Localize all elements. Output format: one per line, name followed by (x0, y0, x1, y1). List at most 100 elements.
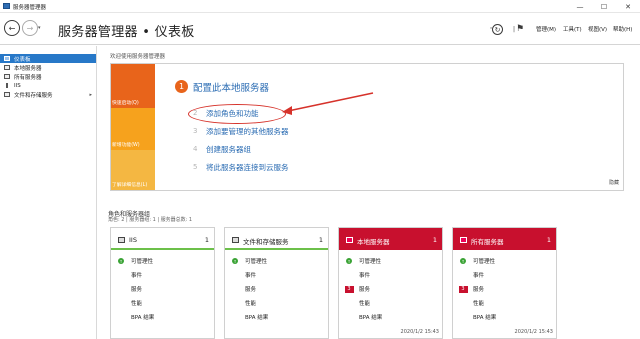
row-label: 性能 (473, 301, 485, 307)
role-card-header[interactable]: 文件和存储服务 1 (225, 228, 328, 250)
breadcrumb-page: 仪表板 (154, 25, 195, 40)
tab-whats-new[interactable]: 新增功能(W) (111, 108, 155, 150)
page-title: 服务器管理器 • 仪表板 (58, 21, 195, 40)
dashboard-main: 欢迎使用服务器管理器 快速启动(Q) 新增功能(W) 了解详细信息(L) 1 配… (98, 46, 640, 339)
file-storage-icon (3, 92, 10, 98)
welcome-title: 欢迎使用服务器管理器 (110, 54, 166, 60)
role-card-all-servers[interactable]: 所有服务器 1 ↑ 可管理性 事件 3 服务 性能 BPA 结果 2020/1/2 15:43 (452, 227, 557, 339)
role-card-row[interactable]: ↑ 可管理性 (111, 256, 214, 266)
connect-cloud-service-link[interactable]: 将此服务器连接到云服务 (206, 162, 289, 173)
role-card-title: 所有服务器 (471, 238, 504, 246)
row-label: 服务 (131, 287, 143, 293)
add-other-servers-link[interactable]: 添加要管理的其他服务器 (206, 126, 289, 137)
roles-summary: 角色: 2 | 服务器组: 1 | 服务器总数: 1 (108, 217, 193, 223)
role-card-row[interactable]: ↑ 可管理性 (453, 256, 556, 266)
sidebar-item-iis[interactable]: IIS (0, 81, 96, 90)
menu-manage[interactable]: 管理(M) (536, 25, 556, 33)
server-icon (3, 65, 10, 71)
back-arrow-icon[interactable]: ← (4, 20, 20, 36)
sidebar-item-label: 所有服务器 (14, 74, 42, 81)
row-label: 事件 (245, 273, 257, 279)
tab-quick-start[interactable]: 快速启动(Q) (111, 64, 155, 108)
sidebar-item-all-servers[interactable]: 所有服务器 (0, 72, 96, 81)
sidebar-item-dashboard[interactable]: 仪表板 (0, 54, 96, 63)
tab-label: 快速启动(Q) (112, 101, 139, 106)
role-card-row[interactable]: 事件 (453, 270, 556, 280)
row-label: 事件 (473, 273, 485, 279)
row-indicator: ↑ (453, 258, 473, 264)
role-card-count: 1 (546, 236, 551, 244)
sidebar-item-file-storage[interactable]: 文件和存储服务 ▸ (0, 90, 96, 99)
alert-count-badge: 3 (458, 285, 468, 293)
role-card-header[interactable]: 本地服务器 1 (339, 228, 442, 250)
minimize-button[interactable]: — (568, 0, 592, 13)
row-label: 服务 (359, 287, 371, 293)
role-card-count: 1 (318, 236, 323, 244)
role-card-row[interactable]: BPA 结果 (225, 312, 328, 322)
role-card-row[interactable]: BPA 结果 (339, 312, 442, 322)
all-servers-icon (459, 236, 467, 243)
maximize-button[interactable]: ☐ (592, 0, 616, 13)
menu-tools[interactable]: 工具(T) (563, 25, 582, 33)
role-card-header[interactable]: 所有服务器 1 (453, 228, 556, 250)
sidebar-item-label: 本地服务器 (14, 65, 42, 72)
role-card-iis[interactable]: IIS 1 ↑ 可管理性事件服务性能 BPA 结果 (110, 227, 215, 339)
row-label: 事件 (359, 273, 371, 279)
role-card-row[interactable]: BPA 结果 (453, 312, 556, 322)
annotation-arrow (282, 92, 374, 115)
create-server-group-link[interactable]: 创建服务器组 (206, 144, 251, 155)
row-label: BPA 结果 (131, 315, 155, 321)
iis-icon (3, 83, 10, 89)
role-card-row[interactable]: BPA 结果 (111, 312, 214, 322)
role-card-row[interactable]: 服务 (111, 284, 214, 294)
role-card-row[interactable]: 事件 (225, 270, 328, 280)
header-bar: ← → ▾ 服务器管理器 • 仪表板 · ↻ | ⚑ 管理(M) 工具(T) 视… (0, 13, 640, 45)
sidebar-item-local-server[interactable]: 本地服务器 (0, 63, 96, 72)
menu-view[interactable]: 视图(V) (588, 25, 607, 33)
ok-status-icon: ↑ (232, 258, 238, 264)
row-label: 可管理性 (473, 259, 496, 265)
breadcrumb-app: 服务器管理器 (58, 25, 138, 40)
ok-status-icon: ↑ (460, 258, 466, 264)
annotation-ellipse (188, 104, 286, 124)
role-card-row[interactable]: ↑ 可管理性 (339, 256, 442, 266)
role-card-row[interactable]: 性能 (225, 298, 328, 308)
role-card-row[interactable]: 服务 (225, 284, 328, 294)
row-label: 事件 (131, 273, 143, 279)
tab-learn-more[interactable]: 了解详细信息(L) (111, 150, 155, 190)
configure-local-server-link[interactable]: 配置此本地服务器 (193, 80, 269, 94)
history-dropdown-icon[interactable]: ▾ (38, 25, 41, 31)
tab-label: 了解详细信息(L) (112, 183, 148, 188)
role-card-row[interactable]: 3 服务 (339, 284, 442, 294)
row-label: BPA 结果 (473, 315, 497, 321)
role-card-row[interactable]: 性能 (111, 298, 214, 308)
ok-status-icon: ↑ (346, 258, 352, 264)
menu-help[interactable]: 帮助(H) (613, 25, 632, 33)
welcome-panel: 快速启动(Q) 新增功能(W) 了解详细信息(L) 1 配置此本地服务器 2 添… (110, 63, 624, 191)
row-label: BPA 结果 (245, 315, 269, 321)
refresh-icon[interactable]: ↻ (492, 24, 503, 35)
role-card-row[interactable]: 3 服务 (453, 284, 556, 294)
forward-arrow-icon[interactable]: → (22, 20, 38, 36)
row-label: 性能 (359, 301, 371, 307)
server-manager-app-icon (3, 3, 10, 9)
role-card-row[interactable]: 事件 (111, 270, 214, 280)
role-card-row[interactable]: ↑ 可管理性 (225, 256, 328, 266)
row-label: 可管理性 (245, 259, 268, 265)
role-card-row[interactable]: 性能 (453, 298, 556, 308)
step-number: 3 (193, 127, 198, 135)
role-card-header[interactable]: IIS 1 (111, 228, 214, 250)
hide-welcome-link[interactable]: 隐藏 (609, 179, 619, 186)
sidebar: 仪表板 本地服务器 所有服务器 IIS 文件和存储服务 ▸ (0, 46, 97, 339)
role-card-row[interactable]: 性能 (339, 298, 442, 308)
close-button[interactable]: ✕ (616, 0, 640, 13)
row-indicator: ↑ (339, 258, 359, 264)
tab-label: 新增功能(W) (112, 143, 140, 148)
role-card-count: 1 (204, 236, 209, 244)
role-card-file-storage[interactable]: 文件和存储服务 1 ↑ 可管理性事件服务性能 BPA 结果 (224, 227, 329, 339)
role-card-local-server[interactable]: 本地服务器 1 ↑ 可管理性 事件 3 服务 性能 BPA 结果 2020/1/2 15:43 (338, 227, 443, 339)
role-card-row[interactable]: 事件 (339, 270, 442, 280)
chevron-right-icon[interactable]: ▸ (89, 92, 92, 98)
row-label: 可管理性 (359, 259, 382, 265)
flag-notifications-icon[interactable]: ⚑ (513, 22, 527, 36)
